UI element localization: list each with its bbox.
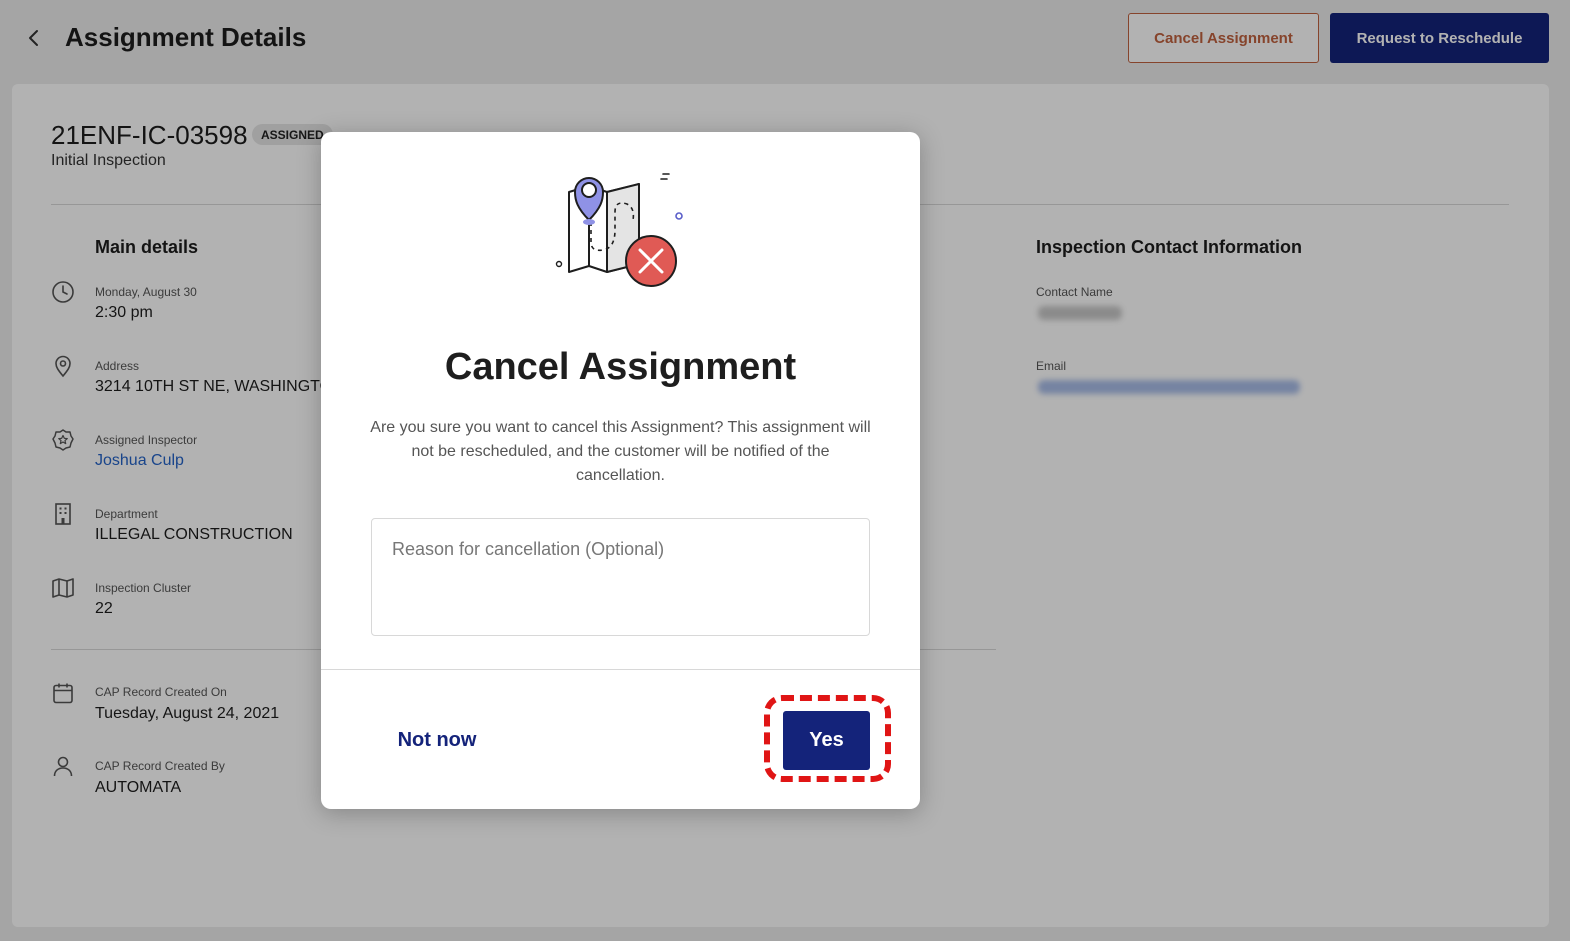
- map-cancel-illustration: [555, 173, 683, 287]
- not-now-button[interactable]: Not now: [381, 722, 493, 758]
- cancel-assignment-dialog: Cancel Assignment Are you sure you want …: [321, 132, 920, 809]
- divider: [321, 669, 920, 670]
- dialog-message: Are you sure you want to cancel this Ass…: [370, 419, 871, 484]
- cancellation-reason-input[interactable]: [371, 518, 870, 636]
- yes-button[interactable]: Yes: [783, 711, 870, 770]
- dialog-title: Cancel Assignment: [444, 346, 797, 388]
